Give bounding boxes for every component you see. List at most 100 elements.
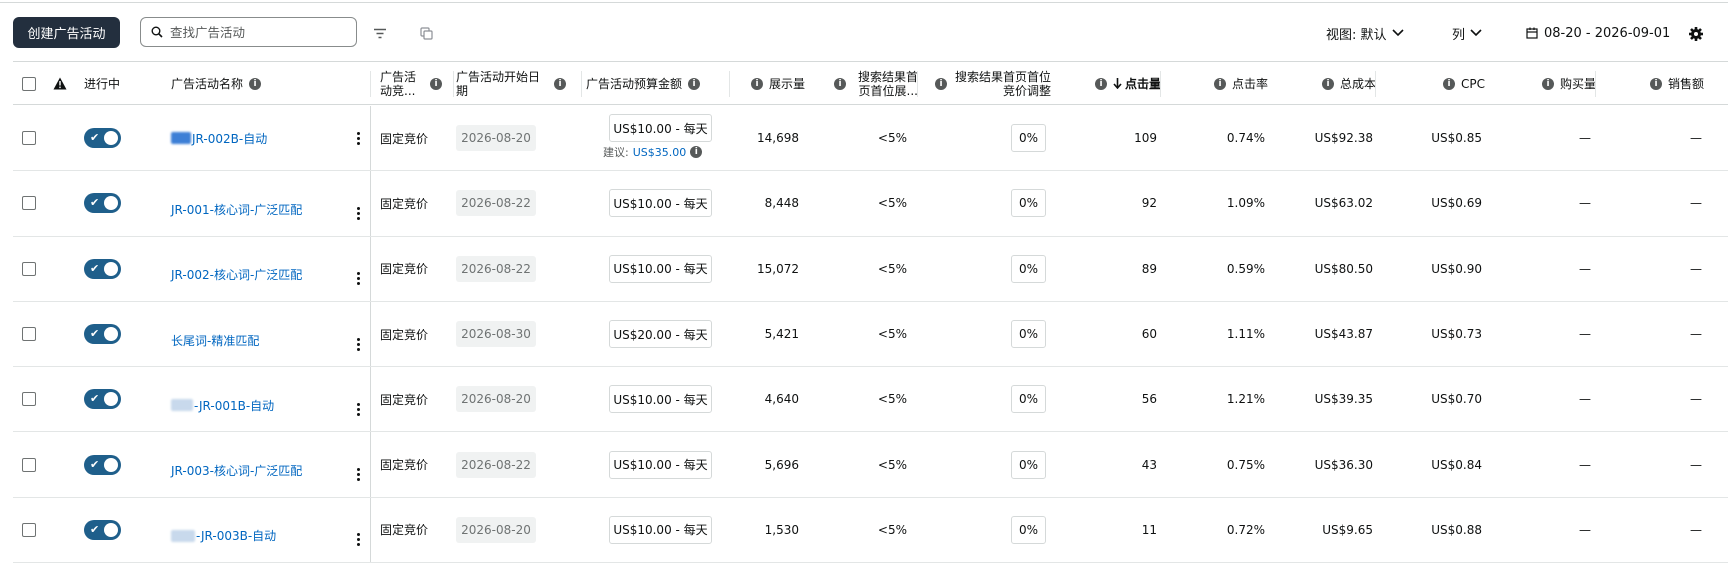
top-of-search-share: <5% xyxy=(877,196,907,211)
active-toggle[interactable]: ✔ xyxy=(84,128,121,149)
redacted-text xyxy=(171,132,191,145)
header-impressions[interactable]: i 展示量 xyxy=(730,62,805,105)
info-icon[interactable]: i xyxy=(935,77,947,90)
top-of-search-adjustment-input[interactable]: 0% xyxy=(1011,254,1046,283)
budget-input[interactable]: US$10.00 - 每天 xyxy=(609,450,712,479)
columns-label: 列 xyxy=(1452,27,1466,43)
gear-icon[interactable] xyxy=(1688,26,1704,42)
cpc: US$0.85 xyxy=(1431,131,1482,146)
suggestion-amount-link[interactable]: US$35.00 xyxy=(633,146,687,159)
active-toggle[interactable]: ✔ xyxy=(84,258,121,279)
row-actions-menu[interactable] xyxy=(353,106,363,170)
sales: — xyxy=(1690,522,1702,537)
campaign-name-link[interactable]: -JR-001B-自动 xyxy=(194,397,274,414)
clicks: 43 xyxy=(1141,457,1157,472)
top-of-search-adjustment-input[interactable]: 0% xyxy=(1011,450,1046,479)
budget-input[interactable]: US$10.00 - 每天 xyxy=(609,189,712,218)
view-selector[interactable]: 视图: 默认 xyxy=(1326,22,1405,44)
active-toggle[interactable]: ✔ xyxy=(84,389,121,410)
campaign-name-link[interactable]: JR-002B-自动 xyxy=(192,130,267,147)
campaign-name-link[interactable]: JR-003-核心词-广泛匹配 xyxy=(171,462,302,479)
row-checkbox[interactable] xyxy=(22,131,36,146)
ctr: 0.59% xyxy=(1226,261,1265,276)
table-row: ✔ JR-002-核心词-广泛匹配 固定竞价 2026-08-22 US$10.… xyxy=(13,236,1728,302)
campaign-name-link[interactable]: -JR-003B-自动 xyxy=(196,527,276,544)
filter-icon[interactable] xyxy=(372,25,388,41)
header-clicks[interactable]: i 点击量 xyxy=(1053,62,1161,105)
header-cpc[interactable]: i CPC xyxy=(1379,62,1485,105)
campaign-name-link[interactable]: JR-002-核心词-广泛匹配 xyxy=(171,266,302,283)
info-icon[interactable]: i xyxy=(1541,77,1554,90)
top-of-search-adjustment-input[interactable]: 0% xyxy=(1011,385,1046,414)
clicks: 92 xyxy=(1141,196,1157,211)
header-bidding-strategy[interactable]: 广告活动竞... i xyxy=(380,62,454,105)
campaign-name-link[interactable]: 长尾词-精准匹配 xyxy=(171,332,259,349)
chevron-down-icon xyxy=(1391,29,1404,37)
row-checkbox[interactable] xyxy=(22,392,36,407)
budget-input[interactable]: US$20.00 - 每天 xyxy=(609,320,712,349)
header-purchases[interactable]: i 购买量 xyxy=(1488,62,1596,105)
header-total-cost[interactable]: i 总成本 xyxy=(1273,62,1376,105)
info-icon[interactable]: i xyxy=(1213,77,1226,90)
row-checkbox[interactable] xyxy=(22,522,36,537)
row-actions-menu[interactable] xyxy=(353,508,363,568)
impressions: 15,072 xyxy=(757,261,799,276)
budget-input[interactable]: US$10.00 - 每天 xyxy=(609,515,712,544)
row-checkbox[interactable] xyxy=(22,457,36,472)
active-toggle[interactable]: ✔ xyxy=(84,454,121,475)
active-toggle[interactable]: ✔ xyxy=(84,193,121,214)
info-icon[interactable]: i xyxy=(750,77,763,90)
start-date: 2026-08-30 xyxy=(456,321,536,348)
sales: — xyxy=(1690,457,1702,472)
top-of-search-adjustment-input[interactable]: 0% xyxy=(1011,189,1046,218)
search-input[interactable] xyxy=(170,24,345,40)
top-of-search-adjustment-input[interactable]: 0% xyxy=(1011,515,1046,544)
impressions: 14,698 xyxy=(757,131,799,146)
header-start-date[interactable]: 广告活动开始日期 i xyxy=(456,62,582,105)
date-range-picker[interactable]: 08-20 - 2026-09-01 xyxy=(1526,22,1670,44)
budget-suggestion: 建议: US$35.00 i xyxy=(603,144,703,160)
header-campaign-name[interactable]: 广告活动名称 i xyxy=(171,62,371,105)
chevron-down-icon xyxy=(1470,29,1482,37)
info-icon[interactable]: i xyxy=(1094,77,1107,90)
info-icon[interactable]: i xyxy=(688,77,701,90)
header-top-of-search-share[interactable]: i 搜索结果首页首位展... xyxy=(808,62,918,105)
toolbar: 创建广告活动 视图: 默认 列 08-20 - 2026-09-01 xyxy=(0,3,1728,57)
info-icon[interactable]: i xyxy=(249,77,262,90)
budget-input[interactable]: US$10.00 - 每天 xyxy=(609,385,712,414)
active-toggle[interactable]: ✔ xyxy=(84,519,121,540)
active-toggle[interactable]: ✔ xyxy=(84,324,121,345)
header-active[interactable]: 进行中 xyxy=(84,62,164,105)
info-icon[interactable]: i xyxy=(1649,77,1662,90)
start-date: 2026-08-20 xyxy=(456,516,536,543)
header-ctr[interactable]: i 点击率 xyxy=(1164,62,1268,105)
campaign-name-link[interactable]: JR-001-核心词-广泛匹配 xyxy=(171,201,302,218)
budget-input[interactable]: US$10.00 - 每天 xyxy=(609,254,712,283)
info-icon[interactable]: i xyxy=(430,77,442,90)
table-row: ✔ JR-003-核心词-广泛匹配 固定竞价 2026-08-22 US$10.… xyxy=(13,432,1728,498)
info-icon[interactable]: i xyxy=(554,77,566,90)
top-of-search-adjustment-input[interactable]: 0% xyxy=(1011,320,1046,349)
select-all-checkbox[interactable] xyxy=(22,76,36,91)
row-checkbox[interactable] xyxy=(22,196,36,211)
copy-icon[interactable] xyxy=(418,25,434,41)
redacted-text xyxy=(171,529,195,542)
info-icon[interactable]: i xyxy=(1321,77,1334,90)
header-top-of-search-adjustment[interactable]: i 搜索结果首页首位竞价调整 xyxy=(923,62,1051,105)
info-icon[interactable]: i xyxy=(690,146,703,158)
header-sales[interactable]: i 销售额 xyxy=(1599,62,1704,105)
total-cost: US$63.02 xyxy=(1314,196,1373,211)
columns-selector[interactable]: 列 xyxy=(1452,22,1483,44)
info-icon[interactable]: i xyxy=(1443,77,1455,90)
search-box[interactable] xyxy=(140,17,357,47)
sales: — xyxy=(1690,196,1702,211)
top-of-search-adjustment-input[interactable]: 0% xyxy=(1011,124,1046,153)
create-campaign-button[interactable]: 创建广告活动 xyxy=(13,17,120,48)
row-checkbox[interactable] xyxy=(22,261,36,276)
purchases: — xyxy=(1579,196,1591,211)
info-icon[interactable]: i xyxy=(834,77,846,90)
bidding-strategy: 固定竞价 xyxy=(380,327,429,342)
row-checkbox[interactable] xyxy=(22,327,36,342)
cpc: US$0.84 xyxy=(1431,457,1482,472)
budget-input[interactable]: US$10.00 - 每天 xyxy=(609,114,712,143)
